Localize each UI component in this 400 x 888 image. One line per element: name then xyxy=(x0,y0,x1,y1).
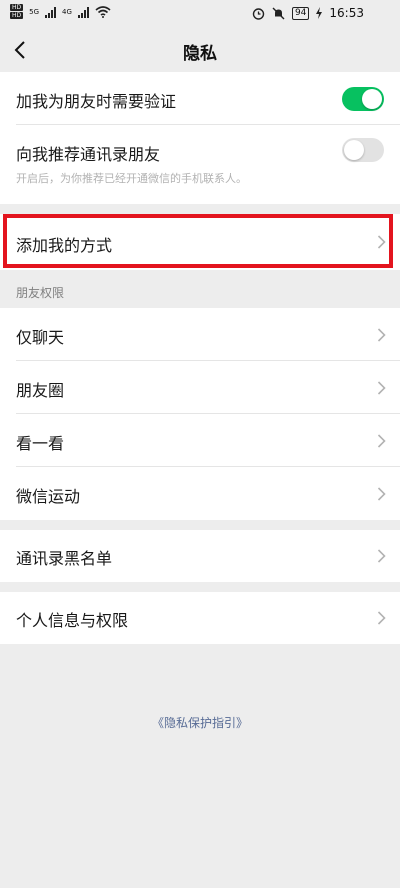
recommend-contacts-cell: 向我推荐通讯录朋友 开启后，为你推荐已经开通微信的手机联系人。 xyxy=(0,125,400,204)
network-label-2: 4G xyxy=(62,7,72,16)
verify-friend-label: 加我为朋友时需要验证 xyxy=(16,92,177,111)
mute-bell-icon xyxy=(272,7,285,19)
privacy-guide-link[interactable]: 《隐私保护指引》 xyxy=(0,714,400,731)
blacklist-cell[interactable]: 通讯录黑名单 xyxy=(0,530,400,582)
sim-indicators: HD HD xyxy=(10,4,24,19)
moments-cell[interactable]: 朋友圈 xyxy=(0,361,400,414)
personal-info-group: 个人信息与权限 xyxy=(0,592,400,644)
chat-only-cell[interactable]: 仅聊天 xyxy=(0,308,400,361)
sim1-badge: HD xyxy=(10,4,24,11)
recommend-contacts-label: 向我推荐通讯录朋友 xyxy=(16,145,161,164)
recommend-contacts-toggle[interactable] xyxy=(342,138,384,162)
verify-friend-cell: 加我为朋友时需要验证 xyxy=(0,72,400,125)
chevron-right-icon xyxy=(377,235,386,249)
chevron-right-icon xyxy=(377,327,386,342)
friend-permissions-group: 仅聊天 朋友圈 看一看 微信运动 xyxy=(0,308,400,520)
verification-group: 加我为朋友时需要验证 向我推荐通讯录朋友 开启后，为你推荐已经开通微信的手机联系… xyxy=(0,72,400,204)
personal-info-label: 个人信息与权限 xyxy=(16,611,129,630)
add-me-group: 添加我的方式 xyxy=(0,214,400,270)
chevron-right-icon xyxy=(377,611,386,625)
friend-permissions-section-title: 朋友权限 xyxy=(16,286,65,300)
signal-icon-2 xyxy=(77,6,89,18)
moments-label: 朋友圈 xyxy=(16,381,65,400)
chevron-right-icon xyxy=(377,549,386,563)
personal-info-cell[interactable]: 个人信息与权限 xyxy=(0,592,400,644)
chat-only-label: 仅聊天 xyxy=(16,328,65,347)
sim2-badge: HD xyxy=(10,12,24,19)
add-me-methods-cell[interactable]: 添加我的方式 xyxy=(0,214,400,270)
charging-icon xyxy=(316,7,323,19)
status-bar-left: HD HD 5G 4G xyxy=(10,4,111,19)
blacklist-label: 通讯录黑名单 xyxy=(16,549,113,568)
wifi-icon xyxy=(95,5,111,18)
verify-friend-toggle[interactable] xyxy=(342,87,384,111)
chevron-right-icon xyxy=(377,433,386,448)
blacklist-group: 通讯录黑名单 xyxy=(0,530,400,582)
recommend-contacts-hint: 开启后，为你推荐已经开通微信的手机联系人。 xyxy=(16,172,247,185)
chevron-right-icon xyxy=(377,380,386,395)
page-title: 隐私 xyxy=(183,44,217,64)
top-stories-label: 看一看 xyxy=(16,434,65,453)
chevron-right-icon xyxy=(377,486,386,501)
battery-level: 94 xyxy=(291,6,310,20)
nav-bar: 隐私 xyxy=(0,28,400,72)
werun-cell[interactable]: 微信运动 xyxy=(0,467,400,520)
clock: 16:53 xyxy=(329,6,364,20)
status-bar: HD HD 5G 4G 94 16:53 xyxy=(0,0,400,28)
status-bar-right: 94 16:53 xyxy=(252,6,364,20)
add-me-methods-label: 添加我的方式 xyxy=(16,236,113,255)
alarm-icon xyxy=(252,7,265,20)
network-label-1: 5G xyxy=(29,7,40,16)
werun-label: 微信运动 xyxy=(16,487,81,506)
top-stories-cell[interactable]: 看一看 xyxy=(0,414,400,467)
signal-icon-1 xyxy=(45,6,57,18)
